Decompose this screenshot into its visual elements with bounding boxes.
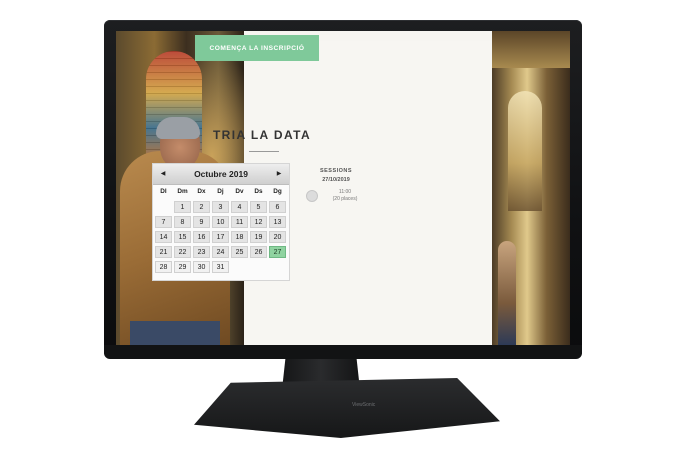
calendar-day[interactable]: 13	[269, 216, 286, 228]
calendar-day[interactable]: 19	[250, 231, 267, 243]
next-month-icon[interactable]: ▶	[274, 169, 284, 179]
weekday-label: Ds	[254, 188, 263, 195]
hero-photo-right-top	[492, 31, 570, 68]
weekday-label: Dl	[160, 188, 167, 195]
weekday-label: Dx	[197, 188, 206, 195]
sessions-label: SESSIONS	[319, 168, 353, 174]
calendar-day[interactable]: 29	[174, 261, 191, 273]
prev-month-icon[interactable]: ◀	[158, 169, 168, 179]
calendar-day[interactable]: 6	[269, 201, 286, 213]
sessions-date: 27/10/2019	[322, 177, 350, 183]
calendar-day[interactable]: 27	[269, 246, 286, 258]
month-label: Octubre 2019	[194, 169, 248, 179]
calendar-day[interactable]: 28	[155, 261, 172, 273]
page-title: TRIA LA DATA	[212, 128, 312, 142]
calendar-day[interactable]: 5	[250, 201, 267, 213]
title-divider	[249, 151, 279, 152]
calendar-day[interactable]: 23	[193, 246, 210, 258]
calendar-day[interactable]: 21	[155, 246, 172, 258]
date-picker-header: ◀ Octubre 2019 ▶	[153, 164, 289, 185]
monitor-chin	[104, 345, 582, 359]
calendar-day[interactable]: 4	[231, 201, 248, 213]
monitor-brand-logo: ViewSonic	[352, 402, 376, 408]
calendar-day[interactable]: 11	[231, 216, 248, 228]
date-picker: ◀ Octubre 2019 ▶ Dl Dm Dx Dj Dv Ds Dg 1 2 3 4 5 6 7 8 9…	[152, 163, 290, 281]
calendar-empty-cell	[269, 261, 286, 273]
calendar-day[interactable]: 3	[212, 201, 229, 213]
weekday-label: Dm	[177, 188, 188, 195]
calendar-day[interactable]: 9	[193, 216, 210, 228]
calendar-day[interactable]: 26	[250, 246, 267, 258]
calendar-day[interactable]: 18	[231, 231, 248, 243]
calendar-day[interactable]: 17	[212, 231, 229, 243]
calendar-day[interactable]: 24	[212, 246, 229, 258]
session-places: (20 places)	[332, 196, 358, 202]
calendar-empty-cell	[231, 261, 248, 273]
monitor-stand-base	[194, 378, 500, 438]
calendar-day[interactable]: 7	[155, 216, 172, 228]
calendar-empty-cell	[155, 201, 172, 213]
calendar-day[interactable]: 25	[231, 246, 248, 258]
weekday-label: Dg	[273, 188, 282, 195]
calendar-day[interactable]: 10	[212, 216, 229, 228]
session-radio[interactable]	[306, 190, 318, 202]
calendar-day[interactable]: 8	[174, 216, 191, 228]
monitor: ViewSonic COMENÇA LA INSCRIPCIÓ TRIA LA …	[0, 0, 684, 456]
calendar-day[interactable]: 14	[155, 231, 172, 243]
person-jeans	[130, 321, 220, 345]
calendar-day[interactable]: 31	[212, 261, 229, 273]
calendar-day[interactable]: 22	[174, 246, 191, 258]
person-hair	[156, 117, 200, 139]
church-arch	[508, 91, 542, 211]
calendar-day[interactable]: 1	[174, 201, 191, 213]
start-registration-button[interactable]: COMENÇA LA INSCRIPCIÓ	[195, 35, 319, 61]
weekday-label: Dv	[235, 188, 244, 195]
calendar-day[interactable]: 20	[269, 231, 286, 243]
calendar-day[interactable]: 30	[193, 261, 210, 273]
weekday-label: Dj	[217, 188, 224, 195]
calendar-day[interactable]: 12	[250, 216, 267, 228]
calendar-day[interactable]: 16	[193, 231, 210, 243]
visitor-figure	[498, 241, 516, 345]
calendar-day[interactable]: 15	[174, 231, 191, 243]
calendar-empty-cell	[250, 261, 267, 273]
session-time: 11:00	[338, 189, 352, 195]
calendar-day[interactable]: 2	[193, 201, 210, 213]
